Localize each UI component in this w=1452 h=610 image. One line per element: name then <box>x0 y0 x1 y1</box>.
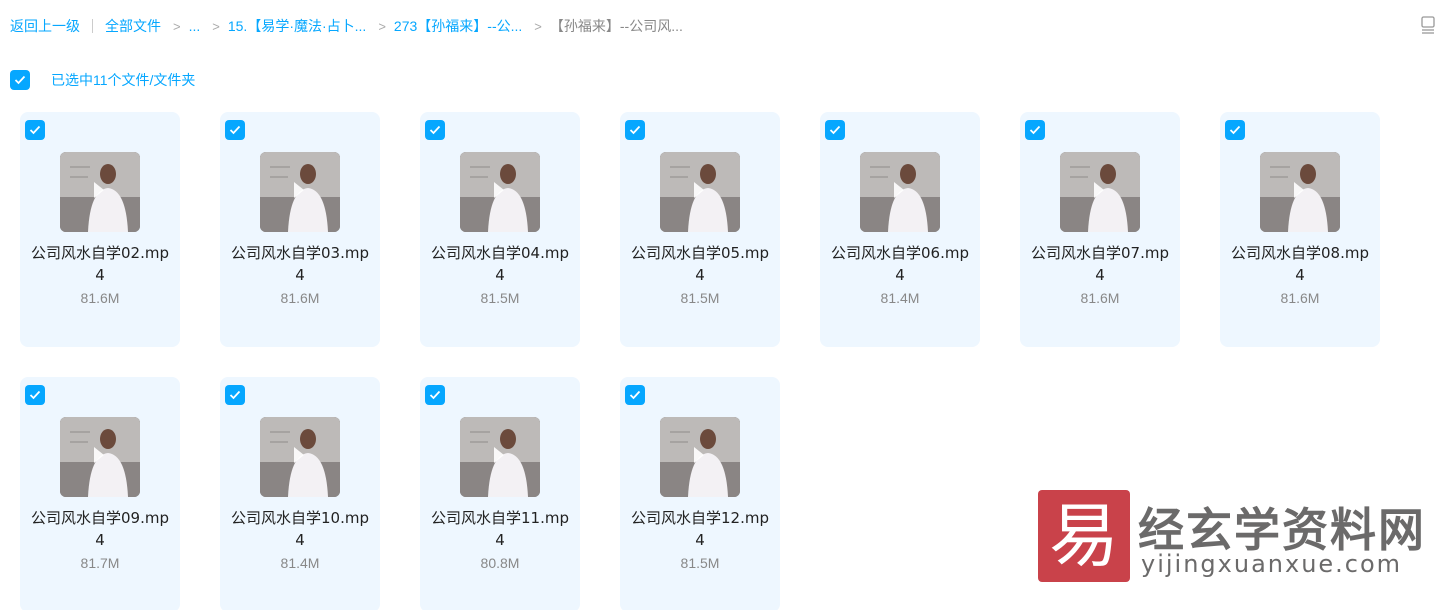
file-card[interactable]: 公司风水自学11.mp4 80.8M <box>420 377 580 610</box>
crumb-current: 【孙福来】--公司风... <box>549 18 683 34</box>
file-size: 81.5M <box>480 290 520 306</box>
watermark: 易 经玄学资料网 yijingxuanxue.com <box>1038 488 1428 584</box>
check-icon <box>1029 125 1041 135</box>
select-all-checkbox[interactable] <box>10 70 30 90</box>
check-icon <box>629 125 641 135</box>
check-icon <box>829 125 841 135</box>
watermark-url: yijingxuanxue.com <box>1141 550 1403 578</box>
crumb-all-files[interactable]: 全部文件 <box>105 16 161 36</box>
file-name: 公司风水自学06.mp4 <box>831 244 969 284</box>
video-thumbnail[interactable] <box>660 152 740 232</box>
file-size: 81.4M <box>880 290 920 306</box>
file-checkbox[interactable] <box>625 385 645 405</box>
file-card[interactable]: 公司风水自学12.mp4 81.5M <box>620 377 780 610</box>
file-size: 81.4M <box>280 555 320 571</box>
file-checkbox[interactable] <box>625 120 645 140</box>
file-size: 81.5M <box>680 290 720 306</box>
file-card[interactable]: 公司风水自学03.mp4 81.6M <box>220 112 380 347</box>
crumb-level1[interactable]: 15.【易学·魔法·占卜... <box>228 16 366 36</box>
file-size: 81.6M <box>1080 290 1120 306</box>
file-checkbox[interactable] <box>25 120 45 140</box>
crumb-separator: > <box>534 18 542 34</box>
video-thumbnail[interactable] <box>60 152 140 232</box>
file-card[interactable]: 公司风水自学10.mp4 81.4M <box>220 377 380 610</box>
watermark-logo: 易 <box>1038 490 1130 582</box>
video-thumbnail[interactable] <box>860 152 940 232</box>
file-size: 81.6M <box>280 290 320 306</box>
file-name: 公司风水自学09.mp4 <box>31 509 169 549</box>
check-icon <box>1229 125 1241 135</box>
file-checkbox[interactable] <box>25 385 45 405</box>
file-card[interactable]: 公司风水自学04.mp4 81.5M <box>420 112 580 347</box>
file-name: 公司风水自学08.mp4 <box>1231 244 1369 284</box>
file-name: 公司风水自学03.mp4 <box>231 244 369 284</box>
video-thumbnail[interactable] <box>460 152 540 232</box>
check-icon <box>229 125 241 135</box>
check-icon <box>429 390 441 400</box>
check-icon <box>29 125 41 135</box>
check-icon <box>429 125 441 135</box>
file-size: 81.6M <box>80 290 120 306</box>
check-icon <box>14 75 26 85</box>
file-size: 81.5M <box>680 555 720 571</box>
file-name: 公司风水自学12.mp4 <box>631 509 769 549</box>
video-thumbnail[interactable] <box>460 417 540 497</box>
file-checkbox[interactable] <box>225 385 245 405</box>
crumb-separator: > <box>212 18 220 34</box>
crumb-separator: > <box>378 18 386 34</box>
check-icon <box>229 390 241 400</box>
file-checkbox[interactable] <box>825 120 845 140</box>
crumb-ellipsis[interactable]: ... <box>189 18 201 34</box>
file-card[interactable]: 公司风水自学08.mp4 81.6M <box>1220 112 1380 347</box>
file-name: 公司风水自学02.mp4 <box>31 244 169 284</box>
video-thumbnail[interactable] <box>1060 152 1140 232</box>
crumb-separator: > <box>173 18 181 34</box>
video-thumbnail[interactable] <box>260 152 340 232</box>
file-checkbox[interactable] <box>1225 120 1245 140</box>
file-name: 公司风水自学07.mp4 <box>1031 244 1169 284</box>
file-name: 公司风水自学11.mp4 <box>431 509 569 549</box>
file-name: 公司风水自学10.mp4 <box>231 509 369 549</box>
video-thumbnail[interactable] <box>1260 152 1340 232</box>
file-checkbox[interactable] <box>425 120 445 140</box>
file-size: 81.7M <box>80 555 120 571</box>
file-name: 公司风水自学04.mp4 <box>431 244 569 284</box>
video-thumbnail[interactable] <box>260 417 340 497</box>
file-checkbox[interactable] <box>225 120 245 140</box>
file-size: 81.6M <box>1280 290 1320 306</box>
file-card[interactable]: 公司风水自学02.mp4 81.6M <box>20 112 180 347</box>
file-checkbox[interactable] <box>1025 120 1045 140</box>
video-thumbnail[interactable] <box>60 417 140 497</box>
check-icon <box>29 390 41 400</box>
file-card[interactable]: 公司风水自学09.mp4 81.7M <box>20 377 180 610</box>
breadcrumb-divider <box>92 19 93 33</box>
file-name: 公司风水自学05.mp4 <box>631 244 769 284</box>
video-thumbnail[interactable] <box>660 417 740 497</box>
file-card[interactable]: 公司风水自学07.mp4 81.6M <box>1020 112 1180 347</box>
crumb-level2[interactable]: 273【孙福来】--公... <box>394 16 522 36</box>
file-card[interactable]: 公司风水自学05.mp4 81.5M <box>620 112 780 347</box>
file-card[interactable]: 公司风水自学06.mp4 81.4M <box>820 112 980 347</box>
back-link[interactable]: 返回上一级 <box>10 16 80 36</box>
breadcrumb: 返回上一级 全部文件 > ... > 15.【易学·魔法·占卜... > 273… <box>10 16 683 36</box>
file-size: 80.8M <box>480 555 520 571</box>
check-icon <box>629 390 641 400</box>
list-view-icon[interactable] <box>1420 16 1436 34</box>
file-checkbox[interactable] <box>425 385 445 405</box>
selection-count-label: 已选中11个文件/文件夹 <box>51 72 196 88</box>
select-all-bar: 已选中11个文件/文件夹 <box>10 70 195 90</box>
